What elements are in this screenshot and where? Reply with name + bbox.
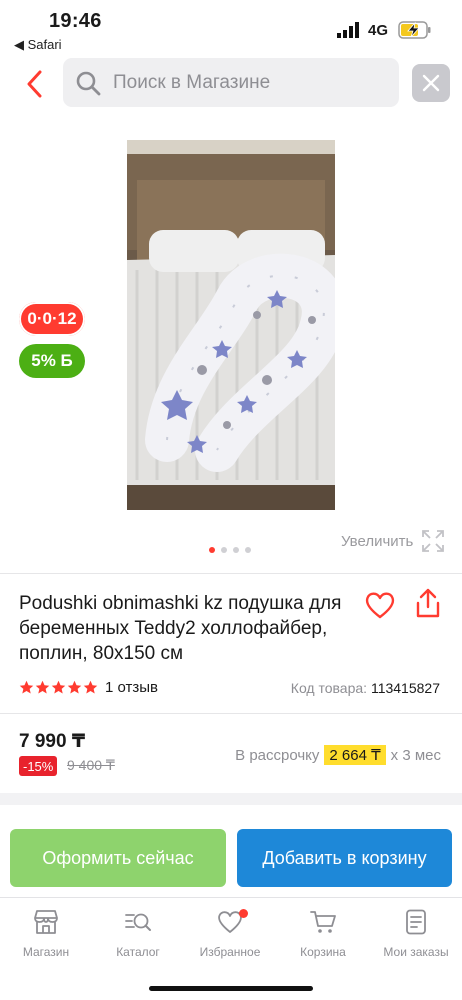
tab-orders[interactable]: Мои заказы (370, 908, 462, 959)
shop-icon (34, 910, 58, 934)
zoom-button[interactable]: Увеличить (341, 529, 445, 553)
star-icon (83, 680, 98, 694)
zoom-label: Увеличить (341, 532, 414, 550)
status-bar: 19:46 ◀ Safari 4G (0, 0, 462, 56)
back-to-app-link[interactable]: ◀ Safari (14, 37, 62, 53)
status-time: 19:46 (49, 10, 102, 32)
tab-cart[interactable]: Корзина (277, 908, 369, 959)
close-button[interactable] (412, 64, 450, 102)
catalog-search-icon (125, 913, 151, 931)
bonus-badge: 5% Б (19, 344, 85, 378)
share-icon[interactable] (414, 587, 442, 619)
discount-badge: -15% (19, 756, 58, 776)
search-icon (76, 71, 101, 95)
cart-icon (310, 911, 336, 933)
star-icon (35, 680, 50, 694)
battery-charging-icon (398, 21, 431, 39)
pagination-dot[interactable] (221, 547, 227, 553)
old-price: 9 400 ₸ (67, 757, 115, 773)
pillow-photo-illustration (127, 140, 335, 510)
back-button[interactable] (18, 66, 50, 102)
reviews-link[interactable]: 1 отзыв (105, 679, 158, 696)
product-photo[interactable] (127, 140, 335, 510)
current-price: 7 990 ₸ (19, 731, 86, 752)
pagination-dot[interactable] (209, 547, 215, 553)
signal-icon (337, 22, 359, 38)
chevron-left-icon (27, 70, 42, 98)
installment-info[interactable]: В рассрочку 2 664 ₸ х 3 мес (235, 745, 441, 765)
home-indicator (149, 986, 313, 991)
tab-favorites[interactable]: Избранное (184, 908, 276, 959)
pagination-dot[interactable] (245, 547, 251, 553)
expand-icon (422, 530, 445, 552)
tab-label: Каталог (116, 945, 160, 959)
divider (0, 713, 462, 714)
installment-amount: 2 664 ₸ (324, 745, 386, 765)
sku-label: Код товара: (290, 680, 368, 696)
tab-catalog[interactable]: Каталог (92, 908, 184, 959)
search-input[interactable] (113, 71, 383, 94)
rating-stars (19, 680, 98, 695)
star-icon (19, 680, 34, 694)
sku-value: 113415827 (370, 680, 440, 696)
product-gallery[interactable]: 0·0·12 5% Б Увеличить (0, 125, 462, 565)
search-header (0, 58, 462, 110)
section-separator (0, 793, 462, 805)
search-bar[interactable] (63, 58, 399, 107)
orders-icon (406, 909, 426, 935)
installment-prefix: В рассрочку (235, 746, 320, 764)
add-to-cart-button[interactable]: Добавить в корзину (237, 829, 452, 887)
star-icon (67, 680, 82, 694)
network-type: 4G (368, 22, 389, 39)
close-icon (422, 74, 440, 92)
sku: Код товара: 113415827 (291, 680, 440, 696)
divider (0, 573, 462, 574)
product-rating[interactable]: 1 отзыв (19, 679, 158, 696)
installment-badge: 0·0·12 (19, 302, 85, 336)
pagination-dot[interactable] (233, 547, 239, 553)
tab-label: Магазин (22, 945, 70, 959)
installment-suffix: х 3 мес (390, 746, 441, 764)
order-now-button[interactable]: Оформить сейчас (10, 829, 226, 887)
star-icon (51, 680, 66, 694)
favorite-heart-icon[interactable] (364, 590, 396, 620)
bottom-tab-bar: Магазин Каталог Избранное Корзина Мои за… (0, 897, 462, 1000)
tab-shop[interactable]: Магазин (0, 908, 92, 959)
tab-label: Избранное (199, 945, 261, 959)
gallery-pagination[interactable] (209, 547, 251, 553)
tab-label: Мои заказы (383, 945, 449, 959)
notification-dot (239, 909, 248, 918)
tab-label: Корзина (300, 945, 346, 959)
product-title: Podushki obnimashki kz подушка для берем… (19, 593, 342, 664)
